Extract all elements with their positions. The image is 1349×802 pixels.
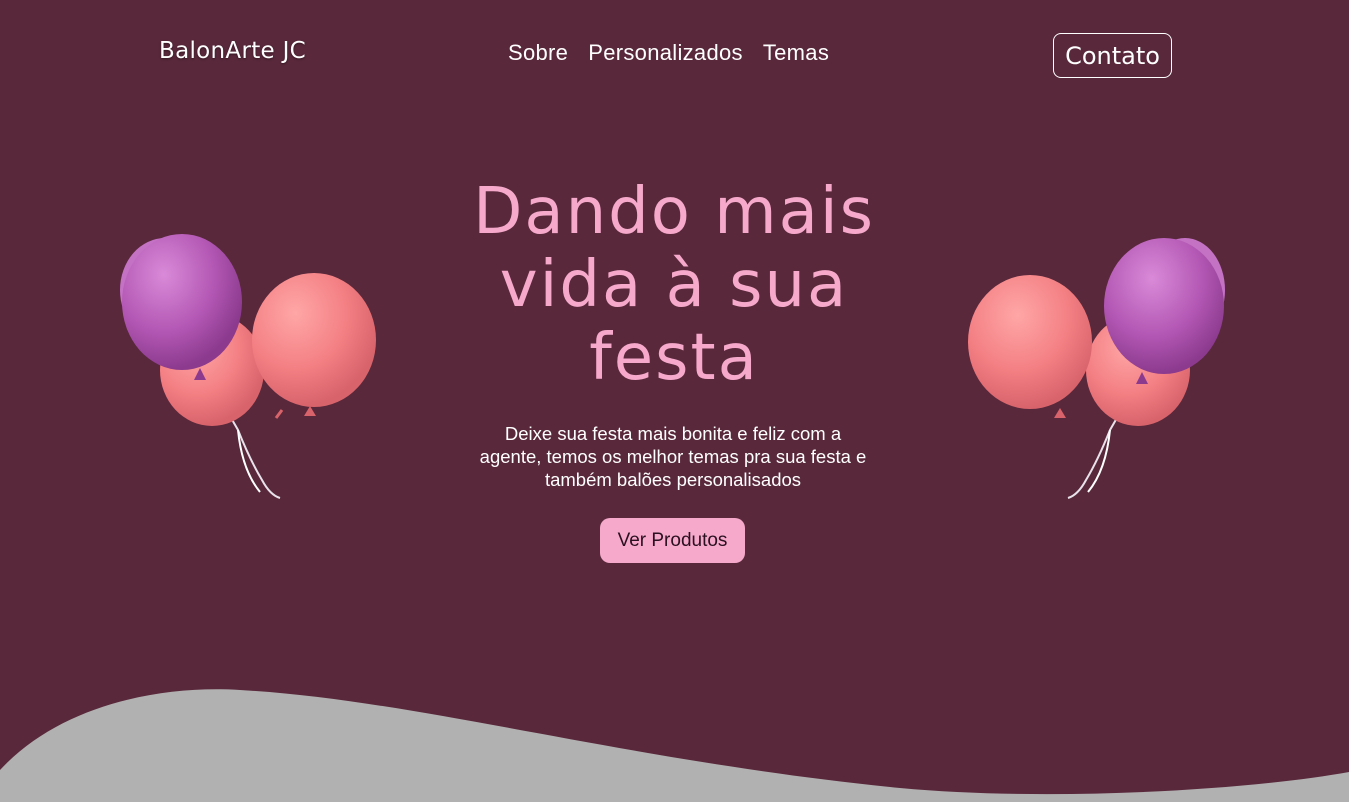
nav-link-sobre[interactable]: Sobre [508,40,568,66]
hero-title: Dando mais vida à sua festa [473,175,875,395]
brand-logo[interactable]: BalonArte JC [159,38,306,64]
hero-subtitle: Deixe sua festa mais bonita e feliz com … [479,423,867,490]
contact-button[interactable]: Contato [1053,33,1172,78]
nav-link-personalizados[interactable]: Personalizados [588,40,743,66]
bottom-wave-decoration [0,689,1349,802]
balloon-cluster-right-icon [968,238,1225,499]
balloon-cluster-left-icon [120,234,376,499]
main-nav: Sobre Personalizados Temas [508,40,829,66]
nav-link-temas[interactable]: Temas [763,40,829,66]
view-products-button[interactable]: Ver Produtos [600,518,745,563]
